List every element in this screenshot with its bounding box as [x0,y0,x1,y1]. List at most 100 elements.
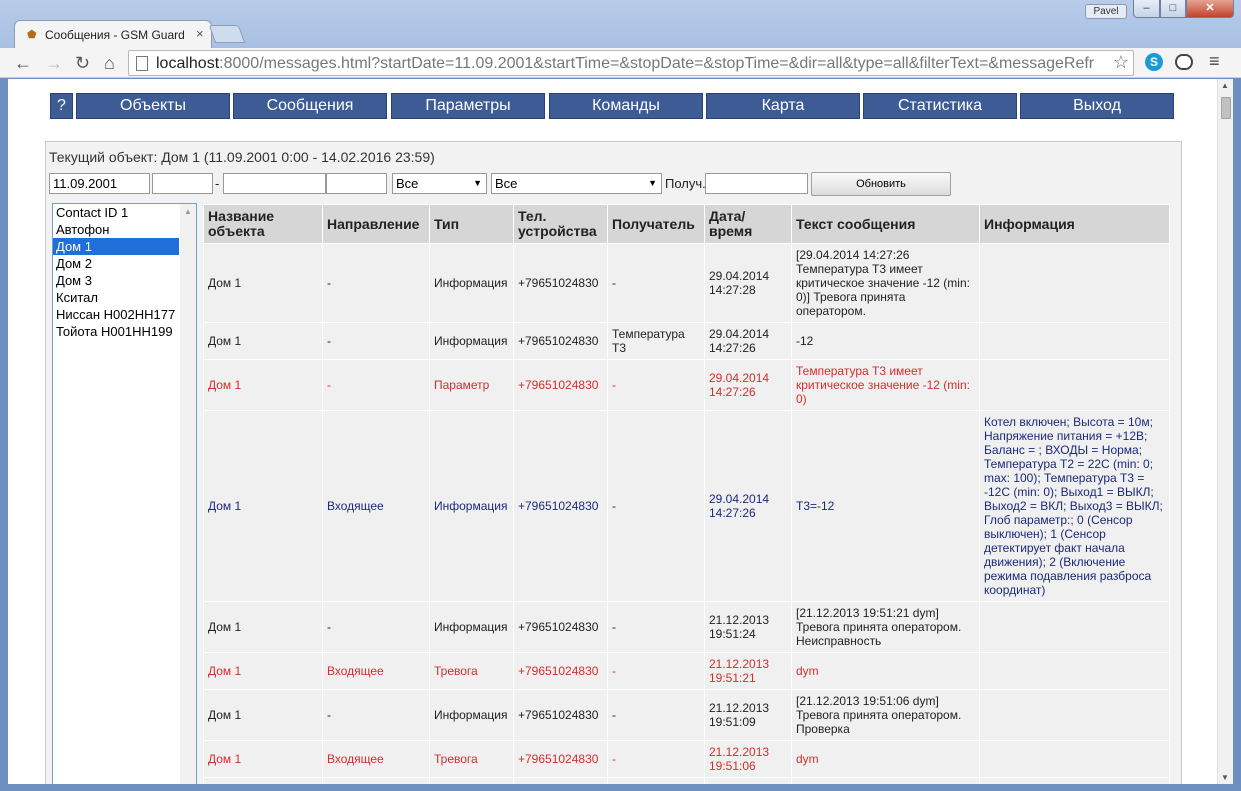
table-row[interactable]: Дом 1 Входящее Информация +79651024830-29.0… [203,410,1170,602]
table-row[interactable]: Дом 1- Информация +79651024830 Температура … [203,322,1170,360]
column-header[interactable]: Направление [322,204,430,244]
extension-icon[interactable] [1175,54,1193,70]
table-cell: - [322,243,430,323]
table-cell: +79651024830 [513,359,608,411]
nav-map[interactable]: Карта [706,93,860,119]
column-header[interactable]: Информация [979,204,1170,244]
table-row[interactable] [203,777,1170,784]
nav-objects[interactable]: Объекты [76,93,230,119]
nav-commands[interactable]: Команды [549,93,703,119]
table-row[interactable]: Дом 1- Параметр +79651024830-29.04.2014 14… [203,359,1170,411]
user-badge[interactable]: Pavel [1085,4,1127,19]
table-cell: Котел включен; Высота = 10м; Напряжение … [979,410,1170,602]
column-header[interactable]: Текст сообщения [791,204,980,244]
nav-statistics[interactable]: Статистика [863,93,1017,119]
table-row[interactable]: Дом 1 Входящее Тревога +79651024830-21.12.2… [203,652,1170,690]
table-cell [979,652,1170,690]
column-header[interactable]: Получатель [607,204,705,244]
table-cell: +79651024830 [513,410,608,602]
table-cell: Входящее [322,652,430,690]
object-list-item[interactable]: Кситал [53,289,179,306]
direction-select[interactable]: Все ▼ [392,173,487,194]
object-list-item[interactable]: Дом 3 [53,272,179,289]
star-icon[interactable]: ☆ [1113,52,1129,73]
page-scrollbar[interactable]: ▲ ▼ [1217,79,1233,784]
table-cell [791,777,980,784]
table-cell [979,322,1170,360]
page-icon [136,56,148,71]
help-button[interactable]: ? [50,93,73,119]
column-header[interactable]: Тел. устройства [513,204,608,244]
reload-icon[interactable]: ↻ [75,51,90,75]
scroll-down-icon[interactable]: ▼ [1221,773,1229,782]
column-header[interactable]: Тип [429,204,514,244]
recipient-input[interactable] [705,173,808,194]
table-cell: Температура Т3 [607,322,705,360]
minimize-button[interactable]: – [1133,0,1160,18]
start-time-input[interactable] [152,173,213,194]
table-cell: Дом 1 [203,243,323,323]
table-cell: Температура Т3 имеет критическое значени… [791,359,980,411]
menu-icon[interactable]: ≡ [1209,51,1220,72]
table-cell: Входящее [322,740,430,778]
table-cell: 29.04.2014 14:27:26 [704,410,792,602]
scroll-up-icon[interactable]: ▲ [1221,81,1229,90]
scrollbar-thumb[interactable] [1221,97,1231,119]
object-list-item[interactable]: Дом 1 [53,238,179,255]
table-row[interactable]: Дом 1- Информация +79651024830-21.12.2013 … [203,601,1170,653]
back-icon[interactable]: ← [14,51,32,75]
object-list-item[interactable]: Тойота Н001НН199 [53,323,179,340]
url-path: :8000/messages.html?startDate=11.09.2001… [219,55,1095,72]
home-icon[interactable]: ⌂ [104,51,115,75]
table-row[interactable]: Дом 1- Информация +79651024830-29.04.2014 … [203,243,1170,323]
refresh-button[interactable]: Обновить [811,172,951,196]
table-cell: 29.04.2014 14:27:26 [704,322,792,360]
table-row[interactable]: Дом 1- Информация +79651024830-21.12.2013 … [203,689,1170,741]
table-cell [979,359,1170,411]
close-tab-icon[interactable]: × [196,26,204,41]
object-list-item[interactable]: Ниссан Н002НН177 [53,306,179,323]
recipient-label: Получ. [665,176,706,191]
close-window-button[interactable]: ✕ [1186,0,1234,18]
type-select[interactable]: Все ▼ [491,173,662,194]
table-cell: - [607,740,705,778]
chevron-down-icon: ▼ [648,178,657,188]
skype-icon[interactable]: S [1145,53,1163,71]
start-date-input[interactable]: 11.09.2001 [49,173,150,194]
chevron-down-icon: ▼ [473,178,482,188]
column-header[interactable]: Дата/ время [704,204,792,244]
table-cell [979,777,1170,784]
browser-tab[interactable]: ⬟ Сообщения - GSM Guard × [14,20,212,48]
table-cell [979,601,1170,653]
table-cell: Информация [429,410,514,602]
url-text[interactable]: localhost:8000/messages.html?startDate=1… [156,55,1110,73]
forward-icon[interactable]: → [45,51,63,75]
table-cell: - [607,410,705,602]
object-list-scrollbar[interactable]: ▲ [180,204,196,784]
stop-date-input[interactable] [223,173,326,194]
column-header[interactable]: Название объекта [203,204,323,244]
nav-logout[interactable]: Выход [1020,93,1174,119]
object-list[interactable]: Contact ID 1 Автофон Дом 1 Дом 2 Дом 3 Кситал… [52,203,197,784]
type-select-value: Все [495,176,518,191]
table-cell: 21.12.2013 19:51:24 [704,601,792,653]
object-list-item[interactable]: Contact ID 1 [53,204,179,221]
scroll-up-icon[interactable]: ▲ [184,207,192,216]
maximize-button[interactable]: □ [1160,0,1186,18]
table-header-row: Название объекта Направление Тип Тел. устро… [203,204,1170,244]
table-cell: Т3=-12 [791,410,980,602]
table-row[interactable]: Дом 1 Входящее Тревога +79651024830-21.12.2… [203,740,1170,778]
table-cell: - [607,601,705,653]
nav-messages[interactable]: Сообщения [233,93,387,119]
new-tab-button[interactable] [208,25,246,43]
table-cell: - [322,359,430,411]
object-list-item[interactable]: Дом 2 [53,255,179,272]
table-cell: dym [791,652,980,690]
object-list-item[interactable]: Автофон [53,221,179,238]
table-cell [607,777,705,784]
nav-parameters[interactable]: Параметры [391,93,545,119]
table-cell: 29.04.2014 14:27:28 [704,243,792,323]
table-cell [203,777,323,784]
address-bar[interactable]: localhost:8000/messages.html?startDate=1… [128,50,1134,76]
stop-time-input[interactable] [326,173,387,194]
